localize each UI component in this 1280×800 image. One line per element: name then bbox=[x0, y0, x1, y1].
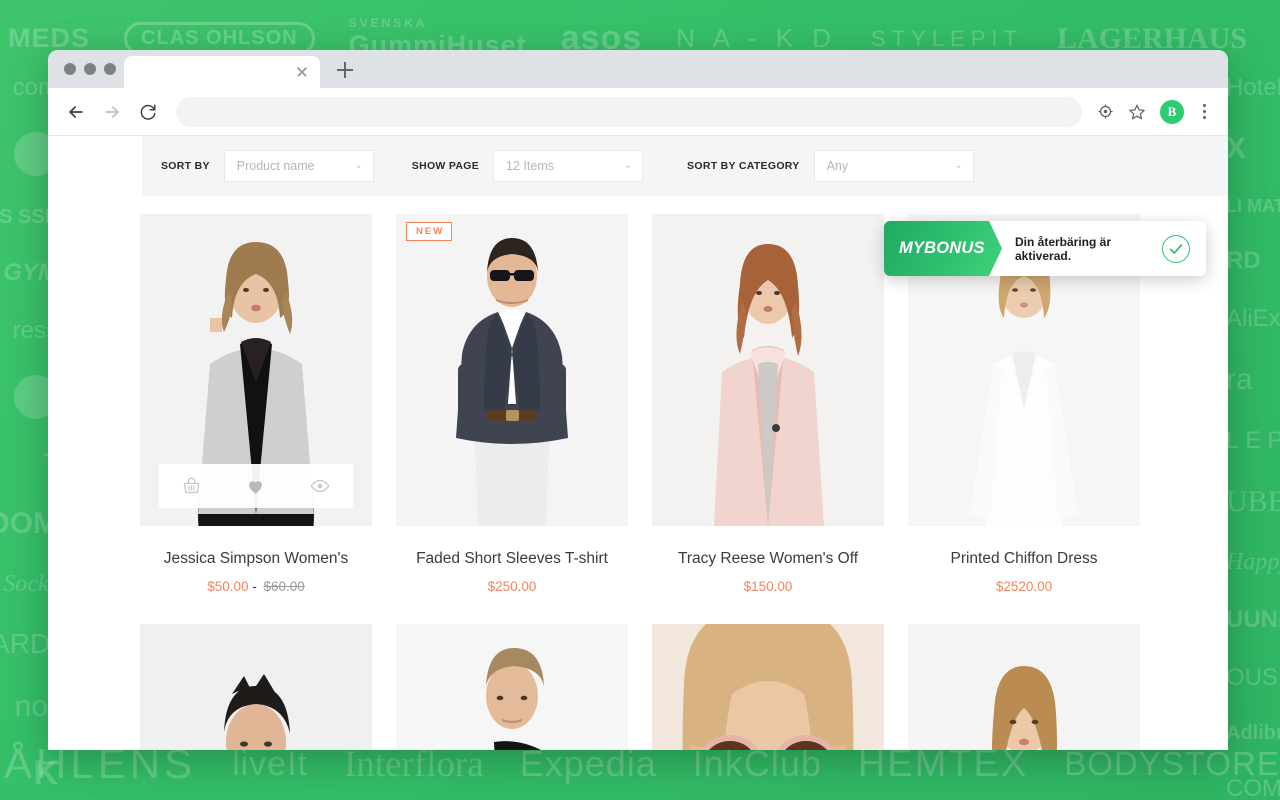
product-hover-actions[interactable] bbox=[159, 464, 353, 508]
product-card[interactable]: NEW Faded Short Sleeves T-shirt $250.00 bbox=[396, 214, 628, 594]
star-icon[interactable] bbox=[1122, 97, 1152, 127]
check-circle-icon bbox=[1162, 234, 1190, 263]
product-image[interactable]: NEW bbox=[396, 214, 628, 526]
logo-right-ubbl: UBBL bbox=[1226, 485, 1280, 518]
product-card[interactable] bbox=[140, 624, 372, 750]
minimize-window-button[interactable] bbox=[84, 63, 96, 75]
product-price-old: $60.00 bbox=[263, 579, 305, 594]
chevron-down-icon: ⌄ bbox=[354, 160, 363, 171]
product-photo-man-navy-suit bbox=[396, 214, 628, 526]
heart-icon[interactable] bbox=[246, 477, 265, 496]
kebab-menu-icon[interactable] bbox=[1192, 100, 1216, 124]
target-icon[interactable] bbox=[1090, 97, 1120, 127]
logo-right-ra: ra bbox=[1226, 363, 1253, 396]
browser-tab[interactable] bbox=[124, 56, 320, 88]
logo-left-k: K bbox=[33, 754, 58, 792]
logo-right-ous: OUS bbox=[1226, 664, 1279, 691]
logo-right-x: X bbox=[1226, 132, 1247, 165]
mybonus-notification[interactable]: MYBONUS Din återbäring är aktiverad. bbox=[884, 221, 1206, 276]
address-bar[interactable] bbox=[176, 96, 1082, 127]
brand-logos-right: Hotels X LI MATH RD AliExp ra LEP UBBL H… bbox=[1226, 74, 1280, 800]
logo-right-hotels: Hotels bbox=[1226, 74, 1280, 101]
product-photo-woman-sunglasses bbox=[652, 624, 884, 750]
logo-right-lep: LEP bbox=[1226, 427, 1280, 454]
product-title: Tracy Reese Women's Off bbox=[677, 550, 859, 567]
back-button[interactable] bbox=[60, 96, 92, 128]
product-price: $50.00 - $60.00 bbox=[140, 579, 372, 594]
product-price: $2520.00 bbox=[908, 579, 1140, 594]
page-content: SORT BY Product name ⌄ SHOW PAGE 12 Item… bbox=[48, 136, 1228, 750]
sort-by-select[interactable]: Product name ⌄ bbox=[223, 150, 374, 182]
product-image[interactable] bbox=[652, 214, 884, 526]
filter-sort-by: SORT BY Product name ⌄ bbox=[161, 150, 374, 182]
product-photo-man-navy-scarf bbox=[140, 624, 372, 750]
product-price: $150.00 bbox=[652, 579, 884, 594]
product-title: Faded Short Sleeves T-shirt bbox=[416, 550, 608, 567]
product-image[interactable] bbox=[140, 214, 372, 526]
filter-sort-by-category: SORT BY CATEGORY Any ⌄ bbox=[687, 150, 974, 182]
toolbar-actions: B bbox=[1090, 97, 1216, 127]
basket-icon[interactable] bbox=[182, 477, 201, 496]
filter-label-show-page: SHOW PAGE bbox=[411, 160, 480, 172]
new-tab-button[interactable] bbox=[334, 59, 356, 81]
close-icon[interactable] bbox=[294, 64, 310, 80]
show-page-select[interactable]: 12 Items ⌄ bbox=[493, 150, 644, 182]
product-card[interactable] bbox=[396, 624, 628, 750]
window-controls[interactable] bbox=[64, 63, 116, 75]
mybonus-brand-label: MYBONUS bbox=[884, 221, 1002, 276]
sort-by-value: Product name bbox=[236, 159, 315, 173]
logo-right-limath: LI MATH bbox=[1226, 196, 1280, 216]
filter-label-sort-by-category: SORT BY CATEGORY bbox=[687, 160, 800, 172]
extension-icon[interactable]: B bbox=[1160, 99, 1184, 124]
product-card[interactable]: SUPERSPECIAL bbox=[908, 624, 1140, 750]
logo-liveit: liveIt bbox=[232, 744, 308, 783]
eye-icon[interactable] bbox=[310, 476, 330, 496]
chevron-down-icon: ⌄ bbox=[954, 160, 963, 171]
browser-titlebar bbox=[48, 50, 1228, 88]
product-image[interactable] bbox=[140, 624, 372, 750]
product-title: Jessica Simpson Women's bbox=[163, 550, 349, 567]
logo-right-aliexpress: AliExp bbox=[1226, 305, 1280, 332]
logo-right-com: COM bbox=[1226, 775, 1280, 800]
product-card[interactable]: Tracy Reese Women's Off $150.00 bbox=[652, 214, 884, 594]
close-window-button[interactable] bbox=[64, 63, 76, 75]
product-image[interactable]: SUPERSPECIAL bbox=[908, 624, 1140, 750]
product-price-current: $250.00 bbox=[487, 579, 537, 594]
chevron-down-icon: ⌄ bbox=[623, 160, 633, 171]
product-title: Printed Chiffon Dress bbox=[950, 550, 1098, 567]
logo-right-happy: Happy bbox=[1226, 549, 1280, 575]
logo-right-adlibris: Adlibris bbox=[1226, 722, 1280, 744]
product-price: $250.00 bbox=[396, 579, 628, 594]
filter-label-sort-by: SORT BY bbox=[161, 160, 210, 172]
product-card[interactable] bbox=[652, 624, 884, 750]
product-photo-woman-pink-coat bbox=[652, 214, 884, 526]
product-price-current: $50.00 bbox=[207, 579, 249, 594]
product-grid: Jessica Simpson Women's $50.00 - $60.00 bbox=[140, 214, 1228, 750]
product-badge-new: NEW bbox=[406, 222, 453, 241]
product-image[interactable] bbox=[396, 624, 628, 750]
product-price-current: $2520.00 bbox=[995, 579, 1053, 594]
sort-by-category-select[interactable]: Any ⌄ bbox=[813, 150, 974, 182]
show-page-value: 12 Items bbox=[506, 159, 554, 173]
browser-toolbar: B bbox=[48, 88, 1228, 136]
logo-stylepit: STYLEPIT bbox=[871, 25, 1023, 51]
forward-button[interactable] bbox=[96, 96, 128, 128]
maximize-window-button[interactable] bbox=[104, 63, 116, 75]
product-card[interactable]: Jessica Simpson Women's $50.00 - $60.00 bbox=[140, 214, 372, 594]
logo-right-uunk: UUNK bbox=[1226, 606, 1280, 633]
product-photo-woman-superspecial-sweatshirt: SUPERSPECIAL bbox=[908, 624, 1140, 750]
logo-right-rd: RD bbox=[1226, 247, 1261, 274]
filter-show-page: SHOW PAGE 12 Items ⌄ bbox=[411, 150, 644, 182]
product-price-current: $150.00 bbox=[743, 579, 793, 594]
product-price-separator: - bbox=[252, 579, 257, 594]
reload-button[interactable] bbox=[132, 96, 164, 128]
product-photo-man-black-cardigan bbox=[396, 624, 628, 750]
product-image[interactable] bbox=[652, 624, 884, 750]
browser-window: B SORT BY Product name ⌄ SHOW PAGE 12 It… bbox=[48, 50, 1228, 750]
filter-toolbar: SORT BY Product name ⌄ SHOW PAGE 12 Item… bbox=[142, 136, 1228, 196]
logo-bodystore: BODYSTORE.COM bbox=[1064, 745, 1280, 782]
desktop-background: MEDS CLAS OHLSON SVENSKA GummiHuset asos… bbox=[0, 0, 1280, 800]
mybonus-message: Din återbäring är aktiverad. bbox=[1015, 234, 1112, 263]
sort-by-category-value: Any bbox=[826, 159, 849, 173]
